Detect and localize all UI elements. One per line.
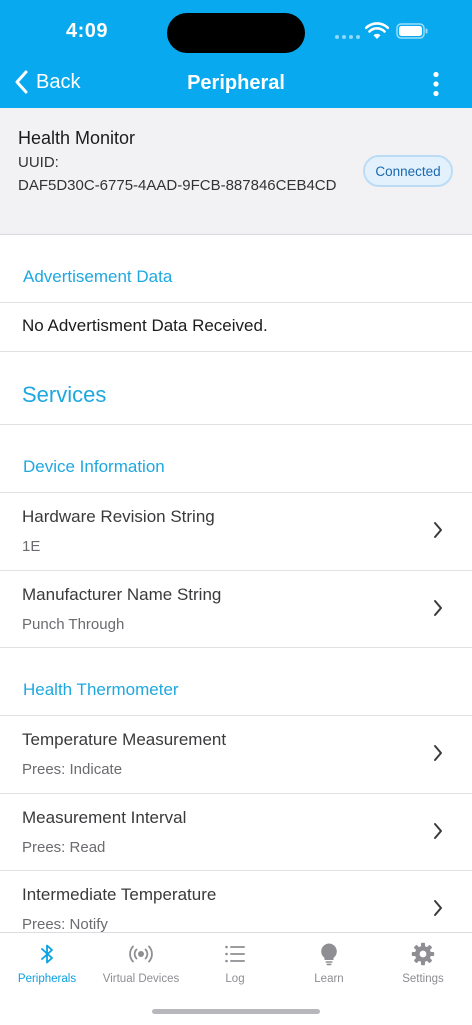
tab-virtual-devices[interactable]: Virtual Devices <box>94 933 188 993</box>
tab-label: Peripherals <box>17 973 77 985</box>
characteristic-title: Temperature Measurement <box>22 730 227 749</box>
characteristic-subtitle: 1E <box>22 538 41 555</box>
tab-label: Virtual Devices <box>102 973 180 985</box>
list-icon <box>225 945 245 963</box>
chevron-right-icon <box>434 600 442 616</box>
characteristic-row-hardware-revision[interactable]: Hardware Revision String 1E <box>0 493 472 569</box>
characteristic-row-manufacturer-name[interactable]: Manufacturer Name String Punch Through <box>0 571 472 647</box>
tab-learn[interactable]: Learn <box>282 933 376 993</box>
characteristic-subtitle: Punch Through <box>22 616 125 633</box>
status-time: 4:09 <box>66 20 109 42</box>
lightbulb-icon <box>321 943 337 966</box>
wifi-icon <box>365 22 389 39</box>
characteristic-row-temperature-measurement[interactable]: Temperature Measurement Prees: Indicate <box>0 716 472 792</box>
tab-settings[interactable]: Settings <box>376 933 470 993</box>
tab-log[interactable]: Log <box>188 933 282 993</box>
bluetooth-icon <box>41 944 53 964</box>
characteristic-subtitle: Prees: Read <box>22 839 106 856</box>
characteristic-title: Manufacturer Name String <box>22 585 222 604</box>
characteristic-title: Hardware Revision String <box>22 507 215 526</box>
uuid-label: UUID: <box>18 154 59 171</box>
device-header: Health Monitor UUID: DAF5D30C-6775-4AAD-… <box>0 108 472 235</box>
more-vertical-icon[interactable] <box>430 71 442 97</box>
characteristic-subtitle: Prees: Notify <box>22 916 108 932</box>
tab-label: Learn <box>314 973 344 985</box>
tab-peripherals[interactable]: Peripherals <box>0 933 94 993</box>
characteristic-row-measurement-interval[interactable]: Measurement Interval Prees: Read <box>0 794 472 870</box>
back-label: Back <box>36 70 81 93</box>
characteristic-title: Intermediate Temperature <box>22 885 217 904</box>
advertisement-empty-text: No Advertisment Data Received. <box>22 316 268 335</box>
divider <box>0 302 472 303</box>
divider <box>0 647 472 648</box>
chevron-right-icon <box>434 823 442 839</box>
device-name: Health Monitor <box>18 128 136 148</box>
characteristic-row-intermediate-temperature[interactable]: Intermediate Temperature Prees: Notify <box>0 871 472 932</box>
service-header-device-information: Device Information <box>23 457 165 476</box>
advertisement-header: Advertisement Data <box>23 267 173 286</box>
divider <box>0 424 472 425</box>
home-indicator <box>152 1009 320 1014</box>
dynamic-island <box>167 13 305 53</box>
chevron-left-icon <box>15 70 28 94</box>
navigation-bar: 4:09 Back Peripheral <box>0 0 472 108</box>
service-header-health-thermometer: Health Thermometer <box>23 680 179 699</box>
chevron-right-icon <box>434 522 442 538</box>
chevron-right-icon <box>434 900 442 916</box>
back-button[interactable]: Back <box>14 70 80 94</box>
broadcast-icon <box>129 945 153 963</box>
characteristic-title: Measurement Interval <box>22 808 187 827</box>
battery-icon <box>396 23 428 39</box>
tab-label: Log <box>225 973 245 985</box>
uuid-value: DAF5D30C-6775-4AAD-9FCB-887846CEB4CD <box>18 177 337 194</box>
cellular-signal-icon <box>335 35 360 39</box>
divider <box>0 351 472 352</box>
gear-icon <box>411 942 435 966</box>
status-badge: Connected <box>363 155 453 187</box>
services-title: Services <box>22 382 107 407</box>
chevron-right-icon <box>434 745 442 761</box>
characteristic-subtitle: Prees: Indicate <box>22 761 123 778</box>
tab-label: Settings <box>402 973 444 985</box>
